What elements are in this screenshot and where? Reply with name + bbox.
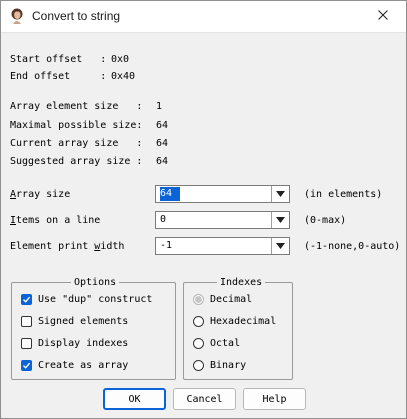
hexadecimal-label: Hexadecimal <box>210 315 277 327</box>
start-offset-value: 0x0 <box>111 54 130 65</box>
end-offset-label: End offset : <box>10 71 107 82</box>
array-element-size-label: Array element size : <box>10 101 143 112</box>
decimal-label: Decimal <box>210 293 253 305</box>
chevron-down-icon <box>276 189 285 200</box>
suggested-array-size-value: 64 <box>156 156 169 167</box>
hexadecimal-radio[interactable]: Hexadecimal <box>193 314 276 328</box>
element-print-width-hint: (-1-none,0-auto) <box>304 241 401 252</box>
array-size-label-rest: rray size <box>16 189 71 200</box>
suggested-array-size-label: Suggested array size : <box>10 156 143 167</box>
radio-selected-icon <box>193 293 204 305</box>
items-on-line-combobox[interactable] <box>155 211 290 229</box>
radio-unselected-icon <box>193 359 204 371</box>
array-size-combobox[interactable] <box>155 185 290 203</box>
use-dup-construct-label: Use "dup" construct <box>38 293 153 305</box>
element-print-width-combobox[interactable] <box>155 237 290 255</box>
ida-portrait-icon <box>9 8 25 24</box>
element-print-width-dropdown-button[interactable] <box>271 238 289 254</box>
use-dup-construct-checkbox[interactable]: Use "dup" construct <box>21 292 152 306</box>
current-array-size-value: 64 <box>156 138 169 149</box>
items-on-line-label-rest: tems on a line <box>16 215 101 226</box>
window-title: Convert to string <box>32 9 121 23</box>
checkbox-unchecked-icon <box>21 315 32 327</box>
radio-unselected-icon <box>193 337 204 349</box>
create-as-array-label: Create as array <box>38 359 129 371</box>
create-as-array-checkbox[interactable]: Create as array <box>21 358 128 372</box>
indexes-group: Indexes Decimal Hexadecimal Octal Binary <box>183 276 293 380</box>
display-indexes-checkbox[interactable]: Display indexes <box>21 336 128 350</box>
chevron-down-icon <box>276 241 285 252</box>
binary-radio[interactable]: Binary <box>193 358 246 372</box>
items-on-line-label: Items on a line <box>10 214 100 227</box>
signed-elements-label: Signed elements <box>38 315 129 327</box>
signed-elements-checkbox[interactable]: Signed elements <box>21 314 128 328</box>
options-group: Options Use "dup" construct Signed eleme… <box>11 276 176 380</box>
display-indexes-label: Display indexes <box>38 337 129 349</box>
options-group-title: Options <box>71 276 120 289</box>
close-button[interactable] <box>360 1 406 32</box>
decimal-radio[interactable]: Decimal <box>193 292 252 306</box>
array-size-dropdown-button[interactable] <box>271 186 289 202</box>
chevron-down-icon <box>276 215 285 226</box>
maximal-possible-size-label: Maximal possible size: <box>10 120 143 131</box>
element-print-width-label-after: idth <box>100 241 125 252</box>
cancel-button[interactable]: Cancel <box>173 388 236 410</box>
element-print-width-input[interactable] <box>156 238 276 254</box>
octal-label: Octal <box>210 337 241 349</box>
end-offset-value: 0x40 <box>111 71 136 82</box>
indexes-group-title: Indexes <box>217 276 266 289</box>
checkbox-checked-icon <box>21 293 32 305</box>
ok-button[interactable]: OK <box>103 388 166 410</box>
radio-unselected-icon <box>193 315 204 327</box>
element-print-width-label-before: Element print <box>10 241 95 252</box>
checkbox-checked-icon <box>21 359 32 371</box>
close-icon <box>378 10 388 23</box>
array-size-label: Array size <box>10 188 70 201</box>
current-array-size-label: Current array size : <box>10 138 143 149</box>
start-offset-label: Start offset : <box>10 54 107 65</box>
help-button[interactable]: Help <box>243 388 306 410</box>
convert-to-string-dialog: Convert to string Start offset : 0x0 End… <box>0 0 407 419</box>
binary-label: Binary <box>210 359 247 371</box>
items-on-line-input[interactable] <box>156 212 276 228</box>
array-size-hint: (in elements) <box>304 189 383 200</box>
array-element-size-value: 1 <box>156 101 163 112</box>
element-print-width-label: Element print width <box>10 240 124 253</box>
items-on-line-hint: (0-max) <box>304 215 347 226</box>
octal-radio[interactable]: Octal <box>193 336 240 350</box>
checkbox-unchecked-icon <box>21 337 32 349</box>
maximal-possible-size-value: 64 <box>156 120 169 131</box>
title-bar[interactable]: Convert to string <box>1 1 406 33</box>
array-size-input[interactable] <box>160 187 180 201</box>
items-on-line-dropdown-button[interactable] <box>271 212 289 228</box>
